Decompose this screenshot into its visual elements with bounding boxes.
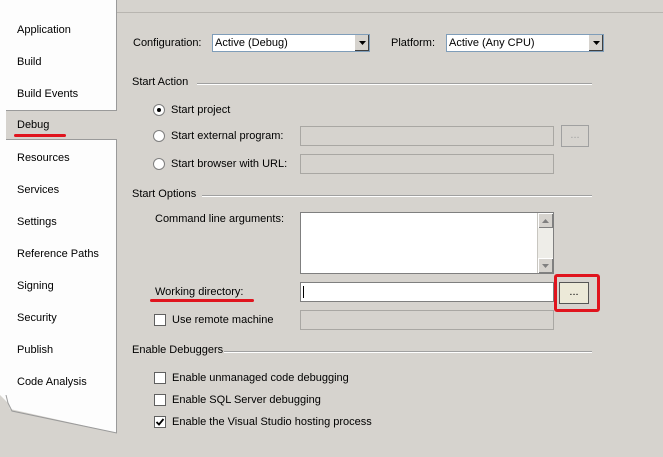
working-dir-highlight-underline xyxy=(150,299,254,302)
sidebar-item-settings[interactable]: Settings xyxy=(17,212,112,232)
sidebar-item-resources[interactable]: Resources xyxy=(17,148,112,168)
sidebar-item-reference-paths[interactable]: Reference Paths xyxy=(17,244,112,264)
enable-debuggers-title: Enable Debuggers xyxy=(132,344,224,356)
platform-label: Platform: xyxy=(391,37,436,49)
start-browser-label: Start browser with URL: xyxy=(171,158,288,170)
start-project-radio[interactable] xyxy=(153,104,165,116)
unmanaged-debug-label: Enable unmanaged code debugging xyxy=(172,372,349,384)
enable-debuggers-section: Enable Debuggers xyxy=(132,344,592,358)
sidebar-item-services[interactable]: Services xyxy=(17,180,112,200)
configuration-select[interactable]: Active (Debug) xyxy=(212,34,370,52)
sidebar-item-build[interactable]: Build xyxy=(17,52,112,72)
working-dir-label: Working directory: xyxy=(155,286,244,298)
checkmark-icon xyxy=(155,418,165,426)
scroll-down-icon[interactable] xyxy=(538,258,553,273)
start-project-label: Start project xyxy=(171,104,231,116)
sidebar-item-publish[interactable]: Publish xyxy=(17,340,112,360)
cmd-args-textarea[interactable] xyxy=(300,212,554,274)
platform-value: Active (Any CPU) xyxy=(449,37,535,49)
chevron-down-icon xyxy=(354,35,369,51)
remote-machine-label: Use remote machine xyxy=(172,314,274,326)
configuration-value: Active (Debug) xyxy=(215,37,288,49)
sql-debug-checkbox[interactable] xyxy=(154,394,166,406)
start-action-title: Start Action xyxy=(132,76,189,88)
start-external-radio[interactable] xyxy=(153,130,165,142)
sidebar-item-application[interactable]: Application xyxy=(17,20,112,40)
browse-highlight-box xyxy=(554,274,600,312)
remote-machine-field[interactable] xyxy=(300,310,554,330)
browser-url-field[interactable] xyxy=(300,154,554,174)
working-dir-input[interactable] xyxy=(300,282,554,302)
sidebar-item-build-events[interactable]: Build Events xyxy=(17,84,112,104)
external-browse-button[interactable]: ... xyxy=(561,125,589,147)
start-options-section: Start Options xyxy=(132,188,592,202)
unmanaged-debug-checkbox[interactable] xyxy=(154,372,166,384)
start-action-section: Start Action xyxy=(132,76,592,90)
sidebar-item-security[interactable]: Security xyxy=(17,308,112,328)
platform-select[interactable]: Active (Any CPU) xyxy=(446,34,604,52)
scroll-up-icon[interactable] xyxy=(538,213,553,228)
debug-properties-panel: Configuration: Active (Debug) Platform: … xyxy=(117,12,663,457)
sidebar-item-signing[interactable]: Signing xyxy=(17,276,112,296)
sidebar-item-code-analysis[interactable]: Code Analysis xyxy=(17,372,112,392)
sidebar: Application Build Build Events Debug Res… xyxy=(0,0,117,456)
debug-highlight-underline xyxy=(14,134,66,137)
chevron-down-icon xyxy=(588,35,603,51)
remote-machine-checkbox[interactable] xyxy=(154,314,166,326)
sql-debug-label: Enable SQL Server debugging xyxy=(172,394,321,406)
vshost-label: Enable the Visual Studio hosting process xyxy=(172,416,372,428)
vshost-checkbox[interactable] xyxy=(154,416,166,428)
start-browser-radio[interactable] xyxy=(153,158,165,170)
external-program-field[interactable] xyxy=(300,126,554,146)
text-cursor xyxy=(303,286,304,298)
cmd-args-label: Command line arguments: xyxy=(155,213,285,225)
start-external-label: Start external program: xyxy=(171,130,284,142)
cmd-args-scrollbar[interactable] xyxy=(537,213,553,273)
configuration-label: Configuration: xyxy=(133,37,202,49)
start-options-title: Start Options xyxy=(132,188,197,200)
sidebar-bottom-tab-edge xyxy=(0,395,117,456)
